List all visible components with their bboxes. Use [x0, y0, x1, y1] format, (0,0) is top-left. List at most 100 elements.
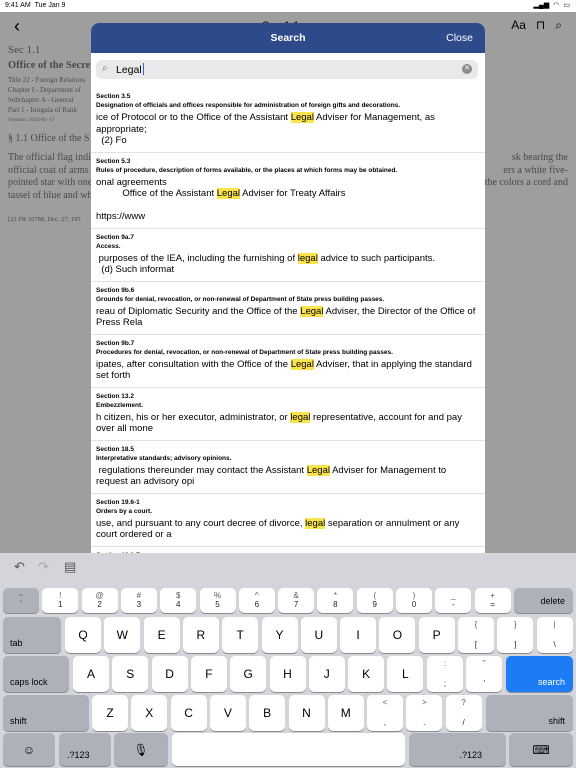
numbers-key-left[interactable]: .?123 [59, 733, 111, 766]
result-item[interactable]: Section 5.3 Rules of procedure, descripti… [91, 153, 485, 229]
key-v[interactable]: V [209, 695, 246, 731]
undo-icon[interactable]: ↶ [14, 559, 25, 575]
shift-right-key[interactable]: shift [486, 695, 573, 731]
key-sym-2[interactable]: | \ [536, 617, 573, 653]
key-u[interactable]: U [300, 617, 337, 653]
result-item[interactable]: Section 13.2 Embezzlement. h citizen, his … [91, 388, 485, 441]
back-chevron-icon[interactable]: ‹ [14, 16, 20, 37]
key-z[interactable]: Z [92, 695, 128, 731]
result-section: Section 3.5 [96, 93, 131, 100]
result-subtitle: Interpretative standards; advisory opini… [96, 454, 232, 462]
result-item[interactable]: Section 9b.6 Grounds for denial, revocati… [91, 282, 485, 335]
numbers-key-right[interactable]: .?123 [409, 733, 506, 766]
key-k[interactable]: K [348, 656, 385, 692]
key-s[interactable]: S [112, 656, 149, 692]
search-value: Legal [116, 64, 142, 76]
result-item[interactable]: Section 18.5 Interpretative standards; ad… [91, 441, 485, 494]
key-x[interactable]: X [131, 695, 168, 731]
key-sym3-0[interactable]: :; [427, 656, 463, 692]
search-highlight: legal [297, 252, 318, 264]
key-i[interactable]: I [340, 617, 377, 653]
search-key[interactable]: search [506, 656, 573, 692]
key-4[interactable]: $4 [160, 588, 197, 613]
result-item[interactable]: Section 9b.7 Procedures for denial, revoc… [91, 335, 485, 388]
search-icon[interactable]: ⌕ [555, 18, 562, 33]
key-d[interactable]: D [151, 656, 188, 692]
result-snippet: use, and pursuant to any court decree of… [96, 517, 462, 540]
clear-icon[interactable]: ✕ [462, 64, 472, 74]
result-item[interactable]: Section 19.6-1 Orders by a court. use, and… [91, 494, 485, 547]
font-size-icon[interactable]: Aa [511, 18, 526, 33]
search-modal: Search Close ⌕ Legal ✕ Section 3.5 Design… [91, 23, 485, 553]
result-snippet: h citizen, his or her executor, administ… [96, 411, 465, 434]
caps-lock-key[interactable]: caps lock [3, 656, 69, 692]
search-highlight: legal [305, 517, 326, 529]
key-b[interactable]: B [249, 695, 286, 731]
key-r[interactable]: R [182, 617, 219, 653]
wifi-icon: ◠ [553, 2, 560, 9]
space-key[interactable] [172, 733, 405, 766]
key-h[interactable]: H [269, 656, 306, 692]
key-m[interactable]: M [327, 695, 364, 731]
key-a[interactable]: A [73, 656, 109, 692]
key-y[interactable]: Y [261, 617, 298, 653]
key-f[interactable]: F [190, 656, 227, 692]
key-c[interactable]: C [170, 695, 207, 731]
magnifier-icon: ⌕ [102, 63, 108, 74]
key--[interactable]: _ - [435, 588, 472, 613]
key-t[interactable]: T [222, 617, 259, 653]
key-g[interactable]: G [230, 656, 267, 692]
key-sym3-1[interactable]: " ' [466, 656, 503, 692]
bookmark-icon[interactable]: ⊓ [536, 18, 545, 33]
key-9[interactable]: (9 [356, 588, 393, 613]
key-w[interactable]: W [104, 617, 141, 653]
result-snippet: ice of Protocol or to the Office of the … [96, 112, 435, 146]
result-subtitle: Rules of procedure, description of forms… [96, 166, 398, 174]
result-section: Section 13.2 [96, 392, 134, 400]
key-8[interactable]: * 8 [317, 588, 354, 613]
key-7[interactable]: & 7 [278, 588, 315, 613]
key-sym-1[interactable]: }] [497, 617, 534, 653]
result-item[interactable]: Section 3.5 Designation of officials and … [91, 88, 485, 153]
key-sym-0[interactable]: {[ [458, 617, 494, 653]
results-list[interactable]: Section 3.5 Designation of officials and … [91, 88, 485, 553]
paste-icon[interactable]: ▤ [64, 559, 76, 575]
key-6[interactable]: ^ 6 [238, 588, 275, 613]
key-o[interactable]: O [379, 617, 416, 653]
key-2[interactable]: @2 [81, 588, 118, 613]
key-q[interactable]: Q [65, 617, 101, 653]
emoji-key[interactable]: ☺ [3, 733, 55, 766]
key-3[interactable]: #3 [120, 588, 157, 613]
redo-icon[interactable]: ↷ [38, 559, 49, 575]
hide-keyboard-key[interactable]: ⌨ [509, 733, 573, 766]
key-p[interactable]: P [418, 617, 455, 653]
key-0[interactable]: ) 0 [396, 588, 432, 613]
key-e[interactable]: E [143, 617, 180, 653]
key-1[interactable]: ! 1 [42, 588, 79, 613]
search-input[interactable]: ⌕ Legal ✕ [96, 60, 478, 79]
result-subtitle: Designation of officials and offices res… [96, 102, 401, 109]
key-n[interactable]: N [288, 695, 325, 731]
status-bar: 9:41 AM Tue Jan 9 ▂▄▆ ◠ ▭ [0, 0, 576, 12]
result-subtitle: Procedures for denial, revocation, or no… [96, 348, 393, 356]
delete-key[interactable]: delete [514, 588, 573, 613]
key-sym4-1[interactable]: >. [406, 695, 443, 731]
result-item[interactable]: Section 9a.7 Access. purposes of the IEA,… [91, 229, 485, 282]
microphone-key[interactable]: 🎙 [114, 733, 168, 766]
key-=[interactable]: + = [474, 588, 511, 613]
result-section: Section 9b.7 [96, 339, 135, 347]
keyboard-toolbar: ↶ ↷ ▤ [0, 553, 576, 583]
cellular-icon: ▂▄▆ [533, 2, 550, 9]
key-sym4-0[interactable]: <, [367, 695, 403, 731]
shift-left-key[interactable]: shift [3, 695, 89, 731]
key-5[interactable]: % 5 [199, 588, 236, 613]
key-l[interactable]: L [387, 656, 424, 692]
result-section: Section 19.6-1 [96, 498, 140, 506]
key-sym4-2[interactable]: ? / [445, 695, 482, 731]
close-button[interactable]: Close [446, 32, 473, 44]
battery-icon: ▭ [563, 2, 570, 9]
tab-key[interactable]: tab [3, 617, 61, 653]
key-backtick[interactable]: ~ ` [3, 588, 39, 613]
search-highlight: Legal [290, 358, 314, 370]
key-j[interactable]: J [308, 656, 345, 692]
